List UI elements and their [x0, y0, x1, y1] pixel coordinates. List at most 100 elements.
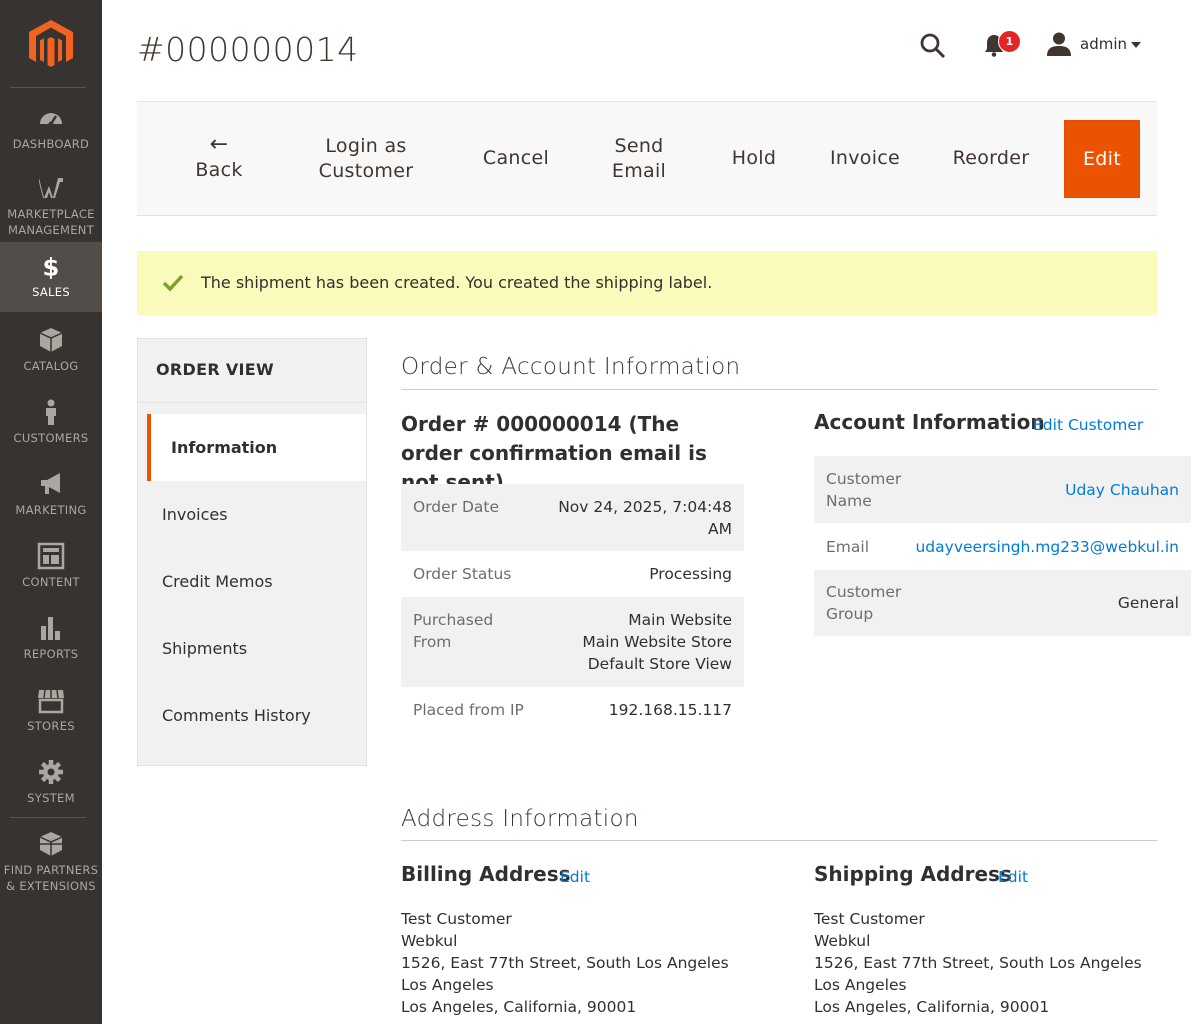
box-icon	[39, 328, 63, 352]
extensions-icon	[39, 832, 63, 856]
search-icon[interactable]	[919, 32, 947, 60]
order-view-tabs: ORDER VIEW Information Invoices Credit M…	[137, 338, 367, 766]
purchased-from-row: Purchased From Main Website Main Website…	[401, 597, 744, 687]
info-value: Nov 24, 2025, 7:04:48 AM	[558, 498, 732, 538]
sidebar-item-label: MARKETPLACE MANAGEMENT	[7, 207, 95, 237]
info-label: Email	[826, 538, 870, 556]
sidebar-item-label: CUSTOMERS	[13, 431, 89, 445]
success-message: The shipment has been created. You creat…	[137, 251, 1157, 315]
message-text: The shipment has been created. You creat…	[201, 273, 713, 292]
cancel-button[interactable]: Cancel	[477, 102, 555, 215]
address-line: Los Angeles	[814, 976, 907, 994]
sidebar-item-label: REPORTS	[23, 647, 79, 661]
address-line: 1526, East 77th Street, South Los Angele…	[401, 954, 729, 972]
tabs-title: ORDER VIEW	[156, 360, 274, 379]
customer-email-row: Email udayveersingh.mg233@webkul.in	[814, 523, 1191, 570]
edit-customer-link[interactable]: Edit Customer	[1033, 416, 1143, 434]
checkmark-icon	[162, 274, 184, 292]
order-status-row: Order Status Processing	[401, 551, 744, 597]
tabs-divider	[138, 402, 366, 403]
info-value: General	[1117, 594, 1179, 612]
account-heading: Account Information	[814, 410, 1045, 434]
sidebar-divider	[10, 87, 86, 88]
billing-address: Test Customer Webkul 1526, East 77th Str…	[401, 908, 729, 1018]
sidebar-item-label: CONTENT	[22, 575, 80, 589]
info-value: 192.168.15.117	[608, 701, 732, 719]
edit-shipping-address-link[interactable]: Edit	[998, 868, 1028, 886]
sidebar-item-find-partners[interactable]: FIND PARTNERS & EXTENSIONS	[0, 830, 102, 894]
chevron-down-icon[interactable]	[1131, 42, 1141, 48]
sidebar-item-stores[interactable]: STORES	[0, 686, 102, 750]
billing-address-heading: Billing Address	[401, 862, 571, 886]
customer-group-row: Customer Group General	[814, 570, 1191, 636]
admin-username[interactable]: admin	[1080, 35, 1127, 53]
sidebar-item-label: STORES	[27, 719, 75, 733]
tab-invoices[interactable]: Invoices	[138, 481, 366, 548]
reorder-button[interactable]: Reorder	[947, 102, 1035, 215]
info-value: Main Website Main Website Store Default …	[582, 611, 732, 673]
notification-badge[interactable]: 1	[998, 30, 1021, 53]
address-line: Test Customer	[401, 910, 512, 928]
section-title-order-account: Order & Account Information	[401, 354, 741, 380]
admin-sidebar: DASHBOARD MARKETPLACE MANAGEMENT $ SALES…	[0, 0, 102, 1024]
customer-email-link[interactable]: udayveersingh.mg233@webkul.in	[915, 536, 1179, 558]
user-icon[interactable]	[1046, 31, 1072, 57]
megaphone-icon	[41, 473, 60, 494]
dollar-icon: $	[42, 254, 59, 280]
invoice-button[interactable]: Invoice	[825, 102, 905, 215]
login-as-customer-button[interactable]: Login as Customer	[309, 102, 423, 215]
tab-information[interactable]: Information	[147, 414, 366, 481]
sidebar-item-marketing[interactable]: MARKETING	[0, 470, 102, 534]
store-icon	[38, 689, 64, 714]
address-line: Webkul	[401, 932, 458, 950]
page-actions-toolbar: ← Back Login as Customer Cancel Send Ema…	[137, 101, 1157, 216]
back-button[interactable]: ← Back	[189, 102, 249, 215]
sidebar-item-system[interactable]: SYSTEM	[0, 758, 102, 822]
page-title: #000000014	[137, 30, 359, 69]
address-line: Los Angeles, California, 90001	[401, 998, 637, 1016]
info-label: Placed from IP	[413, 701, 524, 719]
sidebar-item-label: MARKETING	[15, 503, 87, 517]
sidebar-item-customers[interactable]: CUSTOMERS	[0, 398, 102, 462]
customer-name-link[interactable]: Uday Chauhan	[1065, 479, 1179, 501]
sidebar-item-dashboard[interactable]: DASHBOARD	[0, 104, 102, 168]
sidebar-item-content[interactable]: CONTENT	[0, 542, 102, 606]
arrow-left-icon: ←	[209, 132, 229, 157]
address-line: 1526, East 77th Street, South Los Angele…	[814, 954, 1142, 972]
tab-shipments[interactable]: Shipments	[138, 615, 366, 682]
bar-chart-icon	[41, 617, 60, 640]
marketplace-icon	[39, 178, 63, 198]
tab-credit-memos[interactable]: Credit Memos	[138, 548, 366, 615]
section-divider	[401, 840, 1157, 841]
sidebar-item-reports[interactable]: REPORTS	[0, 614, 102, 678]
sidebar-item-label: CATALOG	[23, 359, 79, 373]
shipping-address-heading: Shipping Address	[814, 862, 1012, 886]
dashboard-icon	[40, 113, 62, 127]
sidebar-item-catalog[interactable]: CATALOG	[0, 326, 102, 390]
info-label: Customer Group	[826, 583, 902, 623]
layout-icon	[37, 542, 65, 570]
sidebar-item-label: FIND PARTNERS & EXTENSIONS	[3, 863, 99, 893]
shipping-address: Test Customer Webkul 1526, East 77th Str…	[814, 908, 1142, 1018]
magento-logo-icon[interactable]	[29, 20, 73, 68]
hold-button[interactable]: Hold	[727, 102, 781, 215]
address-line: Webkul	[814, 932, 871, 950]
edit-button[interactable]: Edit	[1064, 120, 1140, 198]
section-divider	[401, 389, 1157, 390]
info-label: Customer Name	[826, 470, 902, 510]
person-icon	[46, 399, 56, 425]
info-value: Processing	[649, 565, 732, 583]
sidebar-item-sales[interactable]: $ SALES	[0, 242, 102, 312]
info-label: Order Status	[413, 565, 512, 583]
sidebar-item-marketplace[interactable]: MARKETPLACE MANAGEMENT	[0, 174, 102, 238]
tab-comments-history[interactable]: Comments History	[138, 682, 366, 749]
customer-name-row: Customer Name Uday Chauhan	[814, 456, 1191, 523]
sidebar-item-label: DASHBOARD	[12, 137, 90, 151]
send-email-button[interactable]: Send Email	[607, 102, 671, 215]
info-label: Purchased From	[413, 611, 494, 651]
sidebar-item-label: SALES	[32, 285, 70, 299]
edit-billing-address-link[interactable]: Edit	[560, 868, 590, 886]
order-date-row: Order Date Nov 24, 2025, 7:04:48 AM	[401, 484, 744, 551]
svg-text:$: $	[42, 254, 59, 280]
gear-icon	[39, 760, 63, 784]
